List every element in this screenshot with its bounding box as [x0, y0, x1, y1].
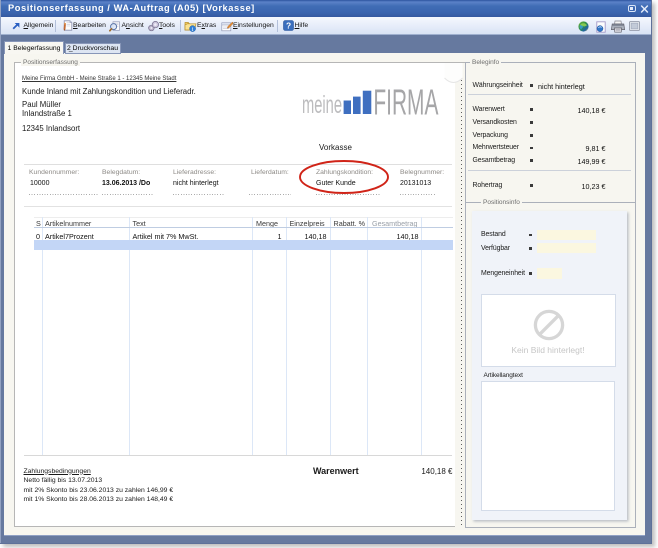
- svg-text:meine: meine: [302, 91, 342, 116]
- svg-text:?: ?: [285, 21, 290, 31]
- svg-text:FIRMA: FIRMA: [373, 87, 438, 116]
